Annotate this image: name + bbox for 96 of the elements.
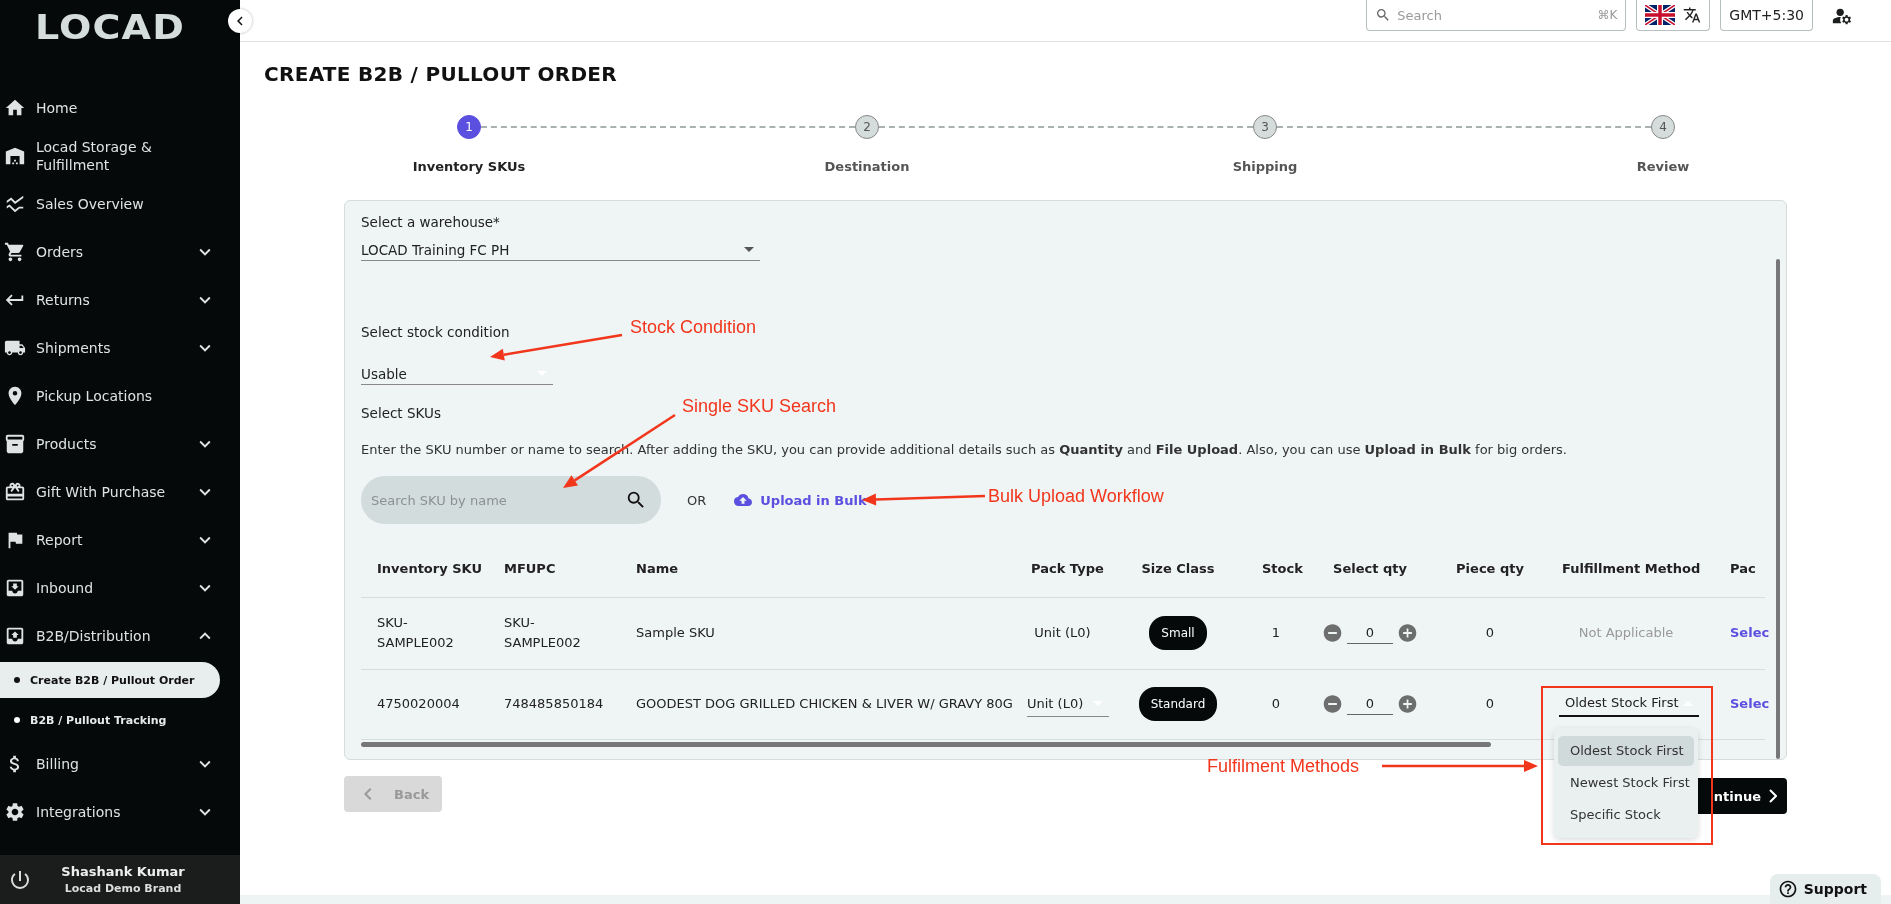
select-link[interactable]: Selec — [1730, 625, 1770, 640]
table-cell: Unit (L0) — [1015, 597, 1110, 669]
nav-item[interactable]: Billing — [0, 740, 240, 788]
step-label: Review — [1636, 159, 1690, 174]
or-text: OR — [687, 492, 707, 508]
upload-icon — [734, 491, 753, 509]
column-header: Stock — [1246, 541, 1306, 597]
column-header: Pack Type — [1015, 541, 1110, 597]
nav-item[interactable]: Returns — [0, 276, 240, 324]
size-class-tag: Standard — [1138, 687, 1218, 721]
annotation-label: Stock Condition — [630, 317, 757, 337]
warehouse-select[interactable]: LOCAD Training FC PH — [361, 239, 760, 261]
upload-in-bulk-link[interactable]: Upload in Bulk — [734, 491, 867, 509]
nav-item[interactable]: Shipments — [0, 324, 240, 372]
table-cell: 1 — [1246, 597, 1306, 669]
nav-item[interactable]: Pickup Locations — [0, 372, 240, 420]
minus-icon[interactable] — [1322, 622, 1344, 644]
step-label: Shipping — [1232, 159, 1298, 174]
table-cell: Not Applicable — [1546, 597, 1706, 669]
nav-item[interactable]: B2B/Distribution — [0, 612, 240, 660]
table-cell: 748485850184 — [488, 669, 620, 739]
qty-field[interactable]: 0 — [1347, 622, 1393, 644]
table-cell: 0 — [1246, 669, 1306, 739]
brand-name: Locad Demo Brand — [64, 882, 182, 895]
step-circle[interactable]: 3 — [1253, 115, 1277, 139]
stock-condition-select[interactable]: Usable — [361, 363, 553, 385]
outbox-icon — [4, 625, 26, 647]
inbox-icon — [4, 577, 26, 599]
column-header: Inventory SKU — [361, 541, 488, 597]
flag-icon — [1645, 5, 1676, 25]
timezone-button[interactable]: GMT+5:30 — [1720, 0, 1813, 31]
dropdown-option[interactable]: Oldest Stock First — [1558, 735, 1694, 766]
fulfillment-select[interactable]: Oldest Stock First — [1559, 691, 1699, 717]
logo: LOCAD — [35, 10, 185, 44]
column-header: MFUPC — [488, 541, 620, 597]
step-circle[interactable]: 4 — [1651, 115, 1675, 139]
column-header: Size Class — [1110, 541, 1246, 597]
gift-icon — [4, 481, 26, 503]
translate-icon — [1683, 6, 1702, 24]
section-label: Select SKUs — [361, 404, 441, 422]
nav-item[interactable]: Products — [0, 420, 240, 468]
table-cell: GOODEST DOG GRILLED CHICKEN & LIVER W/ GRAVY 80G — [620, 669, 1015, 739]
size-class-tag: Small — [1149, 616, 1207, 650]
dropdown-caret-icon — [744, 247, 754, 252]
column-header: Name — [620, 541, 1015, 597]
horizontal-scrollbar[interactable] — [361, 741, 1491, 747]
nav-item[interactable]: Orders — [0, 228, 240, 276]
pack-type-select[interactable]: Unit (L0) — [1027, 691, 1109, 717]
annotation-label: Single SKU Search — [682, 396, 837, 416]
column-header: Fulfillment Method — [1546, 541, 1706, 597]
table-cell: SKU-SAMPLE002 — [488, 597, 620, 669]
nav-item[interactable]: Integrations — [0, 788, 240, 836]
nav-item[interactable]: Sales Overview — [0, 180, 240, 228]
plus-icon[interactable] — [1396, 622, 1418, 644]
select-link[interactable]: Selec — [1730, 696, 1770, 711]
qty-field[interactable]: 0 — [1347, 693, 1393, 715]
column-header: Pac — [1706, 541, 1765, 597]
chevron-right-icon — [1769, 789, 1777, 803]
nav-subitem[interactable]: B2B / Pullout Tracking — [0, 702, 220, 738]
support-button[interactable]: Support — [1769, 874, 1881, 904]
help-icon — [1777, 879, 1798, 899]
table-cell: SKU-SAMPLE002 — [361, 597, 488, 669]
nav-item[interactable]: Home — [0, 84, 240, 132]
search-icon — [625, 489, 647, 511]
plus-icon[interactable] — [1396, 693, 1418, 715]
table-cell: 0 — [1434, 597, 1546, 669]
table-cell: 4750020004 — [361, 669, 488, 739]
search-icon — [1375, 7, 1392, 23]
collapse-button[interactable] — [228, 9, 252, 33]
archive-box-icon — [4, 433, 26, 455]
nav-item[interactable]: Locad Storage & Fulfillment — [0, 132, 240, 180]
column-header: Select qty — [1306, 541, 1434, 597]
vertical-scrollbar[interactable] — [1776, 259, 1780, 759]
field-label: Select a warehouse* — [361, 213, 500, 231]
warehouse-icon — [4, 145, 26, 167]
annotation-label: Bulk Upload Workflow — [988, 486, 1164, 506]
table-cell: 0 — [1434, 669, 1546, 739]
chart-icon — [4, 193, 26, 215]
step-circle[interactable]: 1 — [457, 115, 481, 139]
field-label: Select stock condition — [361, 323, 510, 341]
nav-item[interactable]: Gift With Purchase — [0, 468, 240, 516]
page-title: CREATE B2B / PULLOUT ORDER — [264, 62, 618, 86]
step-circle[interactable]: 2 — [855, 115, 879, 139]
gear-icon — [4, 801, 26, 823]
nav-item[interactable]: Report — [0, 516, 240, 564]
cart-icon — [4, 241, 26, 263]
column-header: Piece qty — [1434, 541, 1546, 597]
annotation-label: Fulfilment Methods — [1207, 756, 1360, 776]
user-name: Shashank Kumar — [61, 864, 185, 879]
minus-icon[interactable] — [1322, 693, 1344, 715]
language-button[interactable] — [1636, 0, 1711, 31]
nav-subitem[interactable]: Create B2B / Pullout Order — [0, 662, 220, 698]
nav-item[interactable]: Inbound — [0, 564, 240, 612]
step-label: Destination — [824, 159, 910, 174]
table-cell: Sample SKU — [620, 597, 1015, 669]
step-label: Inventory SKUs — [412, 159, 526, 174]
